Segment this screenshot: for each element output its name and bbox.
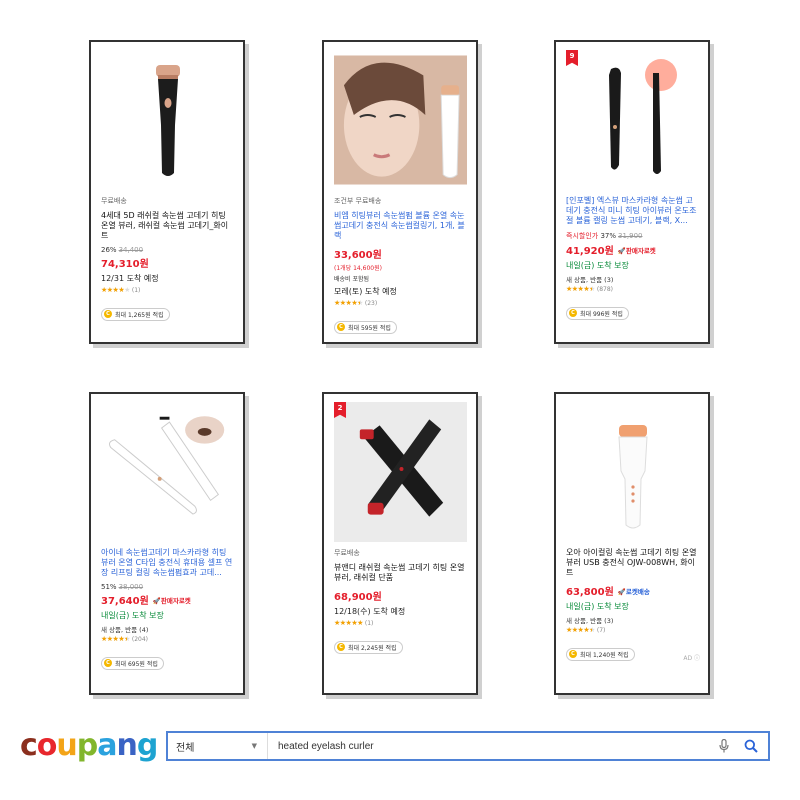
price: 41,920원 🚀판매자로켓: [566, 246, 656, 257]
product-card[interactable]: 무료배송 4세대 5D 래쉬컬 속눈썹 고데기 히팅 온열 뷰러, 래쉬컬 속눈…: [89, 40, 245, 344]
product-name[interactable]: [인포벨] 엑스뷰 마스카라형 속눈썹 고데기 충전식 미니 히팅 아이뷰러 온…: [566, 196, 699, 226]
rating: ★★★★★★★★★★ (1): [334, 619, 467, 628]
rating: ★★★★★★★★★★ (23): [334, 299, 467, 308]
rank-badge: 9: [566, 50, 578, 66]
cashback-badge: C 최대 1,240원 적립: [566, 647, 635, 661]
unit-price: (1개당 14,600원): [334, 265, 382, 272]
review-count: (1): [364, 620, 374, 627]
category-select[interactable]: 전체 ▼: [168, 733, 268, 759]
caret-down-icon: ▼: [251, 742, 257, 750]
product-name[interactable]: 아이네 속눈썹고데기 마스카라형 히팅 뷰러 온열 C타입 충전식 휴대용 셀프…: [101, 548, 234, 578]
ad-label[interactable]: AD ⓘ: [683, 653, 700, 662]
coin-icon: C: [104, 659, 112, 667]
price: 33,600원: [334, 250, 382, 261]
product-image[interactable]: [334, 50, 467, 190]
seller-note: 새 상품, 반품 (3): [566, 617, 614, 625]
coin-icon: C: [337, 643, 345, 651]
star-rating-icon: ★★★★★★★★★★: [566, 626, 595, 634]
cashback-badge: C 최대 1,265원 적립: [101, 307, 170, 321]
cashback-badge: C 최대 996원 적립: [566, 306, 629, 320]
review-count: (7): [596, 627, 606, 634]
rocket-badge: 🚀판매자로켓: [152, 596, 191, 605]
product-image[interactable]: [101, 402, 234, 542]
coin-icon: C: [104, 310, 112, 318]
delivery-date: 내일(금) 도착 보장: [101, 611, 164, 620]
product-name[interactable]: 비엠 히팅뷰러 속눈썹펌 볼륨 온열 속눈썹고데기 충전식 속눈썹컬링기, 1개…: [334, 211, 467, 241]
product-image[interactable]: [566, 402, 699, 542]
delivery-date: 내일(금) 도착 보장: [566, 261, 629, 270]
product-name[interactable]: 4세대 5D 래쉬컬 속눈썹 고데기 히팅 온열 뷰러, 래쉬컬 속눈썹 고데기…: [101, 211, 234, 241]
product-name[interactable]: 오아 아이컬링 속눈썹 고데기 히팅 온열 뷰러 USB 충전식 OJW-008…: [566, 548, 699, 578]
cashback-badge: C 최대 595원 적립: [334, 320, 397, 334]
coin-icon: C: [569, 650, 577, 658]
product-image[interactable]: [101, 50, 234, 190]
seller-note: 새 상품, 반품 (4): [101, 626, 149, 634]
star-rating-icon: ★★★★★★★★★★: [101, 286, 130, 294]
cashback-badge: C 최대 695원 적립: [101, 656, 164, 670]
product-card[interactable]: 9 [인포벨] 엑스뷰 마스카라형 속눈썹 고데기 충전식 미니 히팅 아이뷰러…: [554, 40, 710, 344]
rocket-badge: 🚀로켓배송: [617, 587, 650, 596]
cashback-badge: C 최대 2,245원 적립: [334, 640, 403, 654]
delivery-date: 12/18(수) 도착 예정: [334, 607, 406, 616]
rocket-badge: 🚀판매자로켓: [617, 246, 656, 255]
product-card[interactable]: 2 무료배송 뷰앤디 래쉬컬 속눈썹 고데기 히팅 온열 뷰러, 래쉬컬 단품 …: [322, 392, 478, 695]
price: 63,800원 🚀로켓배송: [566, 587, 650, 598]
discount-line: 51% 38,000: [101, 583, 144, 591]
delivery-date: 12/31 도착 예정: [101, 274, 159, 283]
star-rating-icon: ★★★★★★★★★★: [334, 299, 363, 307]
star-rating-icon: ★★★★★★★★★★: [334, 619, 363, 627]
price: 37,640원 🚀판매자로켓: [101, 596, 191, 607]
star-rating-icon: ★★★★★★★★★★: [101, 635, 130, 643]
search-header: coupang 전체 ▼ heated eyelash curler: [20, 729, 780, 763]
price: 68,900원: [334, 592, 382, 603]
review-count: (23): [364, 300, 378, 307]
delivery-date: 내일(금) 도착 보장: [566, 602, 629, 611]
search-input[interactable]: heated eyelash curler: [268, 741, 714, 752]
coupang-logo[interactable]: coupang: [20, 729, 158, 763]
product-card[interactable]: 조건부 무료배송 비엠 히팅뷰러 속눈썹펌 볼륨 온열 속눈썹고데기 충전식 속…: [322, 40, 478, 344]
shipping-tag: 무료배송: [334, 549, 360, 557]
discount-line: 즉시할인가 37% 31,900: [566, 232, 643, 240]
search-icon[interactable]: [734, 739, 768, 753]
search-bar: 전체 ▼ heated eyelash curler: [166, 731, 770, 761]
product-card[interactable]: 오아 아이컬링 속눈썹 고데기 히팅 온열 뷰러 USB 충전식 OJW-008…: [554, 392, 710, 695]
shipping-tag: 무료배송: [101, 197, 127, 205]
product-card[interactable]: 아이네 속눈썹고데기 마스카라형 히팅 뷰러 온열 C타입 충전식 휴대용 셀프…: [89, 392, 245, 695]
rating: ★★★★★★★★★★ (878): [566, 285, 699, 294]
price: 74,310원: [101, 259, 149, 270]
coupang-search-collage: 무료배송 4세대 5D 래쉬컬 속눈썹 고데기 히팅 온열 뷰러, 래쉬컬 속눈…: [0, 0, 800, 800]
delivery-date: 모레(토) 도착 예정: [334, 287, 397, 296]
product-image[interactable]: 9: [566, 50, 699, 190]
review-count: (1): [131, 287, 141, 294]
product-image[interactable]: 2: [334, 402, 467, 542]
discount-line: 26% 34,400: [101, 246, 144, 254]
seller-note: 새 상품, 반품 (3): [566, 276, 614, 284]
coin-icon: C: [337, 323, 345, 331]
review-count: (204): [131, 636, 149, 643]
rating: ★★★★★★★★★★ (1): [101, 286, 234, 295]
shipping-fee: 배송비 포함됨: [334, 276, 370, 283]
coin-icon: C: [569, 309, 577, 317]
rating: ★★★★★★★★★★ (204): [101, 635, 234, 644]
star-rating-icon: ★★★★★★★★★★: [566, 285, 595, 293]
microphone-icon[interactable]: [714, 739, 734, 753]
review-count: (878): [596, 286, 614, 293]
rating: ★★★★★★★★★★ (7): [566, 626, 699, 635]
shipping-tag: 조건부 무료배송: [334, 197, 382, 205]
product-name[interactable]: 뷰앤디 래쉬컬 속눈썹 고데기 히팅 온열 뷰러, 래쉬컬 단품: [334, 563, 467, 583]
